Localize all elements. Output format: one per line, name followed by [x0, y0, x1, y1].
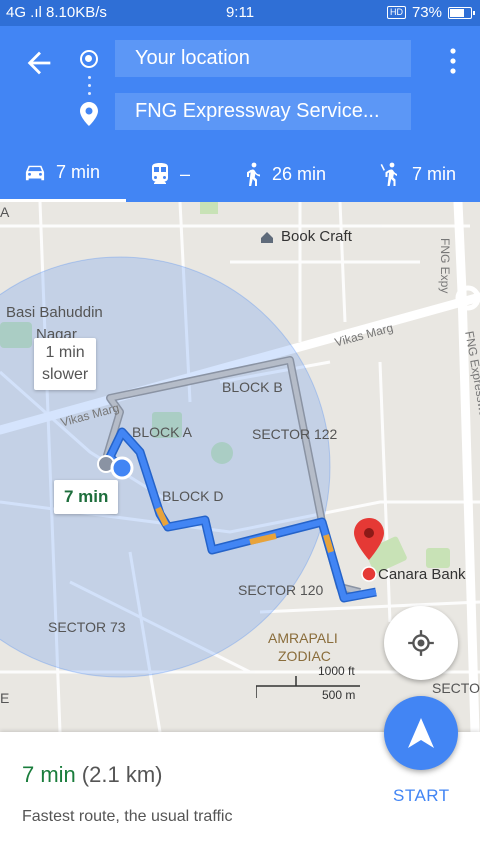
- tab-transit-label: –: [180, 163, 191, 184]
- alt-route-tag[interactable]: 1 min slower: [34, 338, 97, 390]
- map-label-block-d: BLOCK D: [162, 488, 224, 504]
- more-vert-icon: [450, 48, 456, 74]
- battery-icon: [448, 6, 475, 19]
- map-label-block-a: BLOCK A: [132, 424, 192, 440]
- status-bar: 4G .ıl 8.10KB/s 9:11 HD 73%: [0, 0, 480, 26]
- route-time-tag[interactable]: 7 min: [54, 480, 119, 514]
- map-label-sector-73: SECTOR 73: [48, 619, 126, 635]
- route-distance: (2.1 km): [81, 762, 163, 787]
- hd-voice-badge: HD: [386, 6, 406, 19]
- tab-ride-hail[interactable]: 7 min: [380, 146, 456, 202]
- origin-dot-icon: [80, 50, 98, 68]
- start-label[interactable]: START: [393, 786, 450, 806]
- navigation-arrow-icon: [408, 718, 434, 748]
- arrow-back-icon: [27, 51, 51, 75]
- scale-meters: 500 m: [322, 688, 356, 702]
- directions-header: Your location FNG Expressway Service... …: [0, 26, 480, 202]
- map-label-sector-edge: SECTO: [432, 680, 480, 696]
- map-label-sector-122: SECTOR 122: [252, 426, 338, 442]
- alt-route-note: slower: [42, 366, 89, 383]
- tab-drive[interactable]: 7 min: [0, 146, 126, 202]
- tab-ride-hail-label: 7 min: [412, 163, 457, 184]
- alt-route-time: 1 min: [45, 344, 85, 361]
- my-location-button[interactable]: [384, 606, 458, 680]
- map-view[interactable]: A Book Craft FNG Expy FNG Expresswa Basi…: [0, 202, 480, 732]
- map-label-fng-expy: FNG Expy: [438, 238, 452, 294]
- route-eta: 7 min: [22, 762, 76, 787]
- tab-walk-label: 26 min: [272, 163, 327, 184]
- crosshair-icon: [408, 630, 434, 656]
- map-scale: 1000 ft 500 m: [256, 664, 366, 704]
- more-options-button[interactable]: [446, 46, 460, 76]
- destination-pin-icon: [80, 102, 98, 126]
- back-button[interactable]: [22, 46, 56, 80]
- car-icon: [25, 165, 45, 180]
- train-icon: [152, 163, 168, 184]
- origin-field[interactable]: Your location: [115, 40, 411, 77]
- scale-feet: 1000 ft: [318, 664, 355, 678]
- map-label-sector-120: SECTOR 120: [238, 582, 324, 598]
- tab-walk[interactable]: 26 min: [244, 146, 326, 202]
- map-label-basi-bahuddin: Basi Bahuddin: [6, 304, 103, 321]
- tab-drive-label: 7 min: [56, 162, 101, 182]
- map-label-zodiac: ZODIAC: [278, 648, 331, 664]
- ride-hail-icon: [380, 162, 397, 186]
- destination-field[interactable]: FNG Expressway Service...: [115, 93, 411, 130]
- shop-icon: [261, 232, 273, 243]
- map-label-place: A: [0, 204, 10, 220]
- start-navigation-button[interactable]: [384, 696, 458, 770]
- battery-percent: 73%: [411, 4, 442, 21]
- map-label-canara-bank: Canara Bank: [378, 566, 466, 583]
- walk-icon: [247, 162, 260, 186]
- map-label-block-b: BLOCK B: [222, 379, 283, 395]
- route-description: Fastest route, the usual traffic: [22, 808, 233, 825]
- map-label-amrapali: AMRAPALI: [268, 630, 338, 646]
- tab-transit[interactable]: –: [150, 146, 190, 202]
- map-label-edge: E: [0, 690, 10, 706]
- map-label-book-craft: Book Craft: [281, 228, 352, 245]
- route-connector-dots: [88, 76, 91, 96]
- battery-area: HD 73%: [386, 4, 475, 21]
- travel-mode-tabs: 7 min – 26 min 7 min: [0, 146, 480, 202]
- route-summary: 7 min (2.1 km): [22, 762, 162, 788]
